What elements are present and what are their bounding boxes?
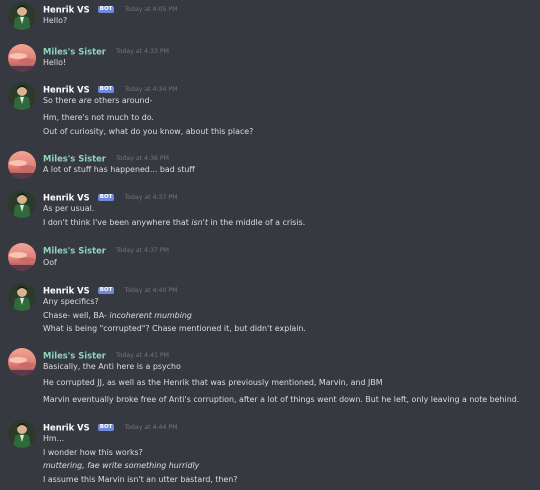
message-line: Hello? (43, 16, 68, 25)
avatar[interactable] (8, 348, 36, 376)
message-line: Oof (43, 258, 57, 267)
avatar[interactable] (8, 190, 36, 218)
message-line: Hm, there's not much to do. (43, 113, 154, 122)
henrik-avatar-icon (8, 420, 36, 448)
message-line: What is being "corrupted"? Chase mention… (43, 324, 306, 333)
username[interactable]: Miles's Sister (43, 351, 106, 361)
bot-badge: BOT (97, 6, 115, 13)
sister-avatar-icon (8, 151, 36, 179)
message-line: Any specifics? (43, 297, 99, 306)
message-line: I assume this Marvin isn't an utter bast… (43, 475, 238, 484)
username[interactable]: Henrik VS (43, 423, 90, 433)
message-header: Henrik VS BOT Today at 4:05 PM (43, 3, 177, 16)
message-header: Henrik VS BOT Today at 4:44 PM (43, 421, 177, 434)
message-line: muttering, fae write something hurridly (43, 461, 200, 470)
avatar[interactable] (8, 420, 36, 448)
avatar[interactable] (8, 82, 36, 110)
message-header: Henrik VS BOT Today at 4:40 PM (43, 284, 177, 297)
sister-avatar-icon (8, 243, 36, 271)
henrik-avatar-icon (8, 283, 36, 311)
timestamp: Today at 4:40 PM (124, 286, 178, 294)
username[interactable]: Henrik VS (43, 286, 90, 296)
username[interactable]: Miles's Sister (43, 47, 106, 57)
message-line: Chase- well, BA- incoherent mumbing (43, 311, 192, 320)
username[interactable]: Miles's Sister (43, 246, 106, 256)
timestamp: Today at 4:44 PM (124, 423, 178, 431)
timestamp: Today at 4:37 PM (116, 246, 169, 254)
timestamp: Today at 4:36 PM (116, 154, 169, 162)
message-line: Out of curiosity, what do you know, abou… (43, 127, 254, 136)
timestamp: Today at 4:41 PM (116, 351, 169, 359)
message-line: A lot of stuff has happened... bad stuff (43, 165, 195, 174)
message-line: So there are others around- (43, 96, 153, 105)
sister-avatar-icon (8, 348, 36, 376)
bot-badge: BOT (97, 194, 115, 201)
henrik-avatar-icon (8, 82, 36, 110)
bot-badge: BOT (97, 287, 115, 294)
username[interactable]: Henrik VS (43, 85, 90, 95)
message-header: Henrik VS BOT Today at 4:37 PM (43, 191, 177, 204)
chat-message-list: Henrik VS BOT Today at 4:05 PM Hello? Mi… (0, 0, 540, 490)
username[interactable]: Henrik VS (43, 193, 90, 203)
message-header: Miles's Sister Today at 4:36 PM (43, 152, 169, 165)
message-line: I don't think I've been anywhere that is… (43, 218, 306, 227)
henrik-avatar-icon (8, 190, 36, 218)
avatar[interactable] (8, 44, 36, 72)
henrik-avatar-icon (8, 2, 36, 30)
avatar[interactable] (8, 2, 36, 30)
timestamp: Today at 4:05 PM (124, 5, 178, 13)
message-header: Miles's Sister Today at 4:33 PM (43, 45, 169, 58)
message-line: Hello! (43, 58, 67, 67)
timestamp: Today at 4:37 PM (124, 193, 178, 201)
bot-badge: BOT (97, 424, 115, 431)
username[interactable]: Miles's Sister (43, 154, 106, 164)
avatar[interactable] (8, 283, 36, 311)
message-line: I wonder how this works? (43, 448, 143, 457)
message-line: Basically, the Anti here is a psycho (43, 362, 181, 371)
username[interactable]: Henrik VS (43, 5, 90, 15)
avatar[interactable] (8, 151, 36, 179)
message-header: Henrik VS BOT Today at 4:34 PM (43, 83, 177, 96)
message-header: Miles's Sister Today at 4:41 PM (43, 349, 169, 362)
message-header: Miles's Sister Today at 4:37 PM (43, 244, 169, 257)
message-line: As per usual. (43, 204, 95, 213)
message-line: Marvin eventually broke free of Anti's c… (43, 395, 520, 404)
sister-avatar-icon (8, 44, 36, 72)
avatar[interactable] (8, 243, 36, 271)
message-line: Hm... (43, 434, 65, 443)
timestamp: Today at 4:33 PM (116, 47, 169, 55)
message-line: He corrupted JJ, as well as the Henrik t… (43, 378, 383, 387)
timestamp: Today at 4:34 PM (124, 85, 178, 93)
bot-badge: BOT (97, 86, 115, 93)
